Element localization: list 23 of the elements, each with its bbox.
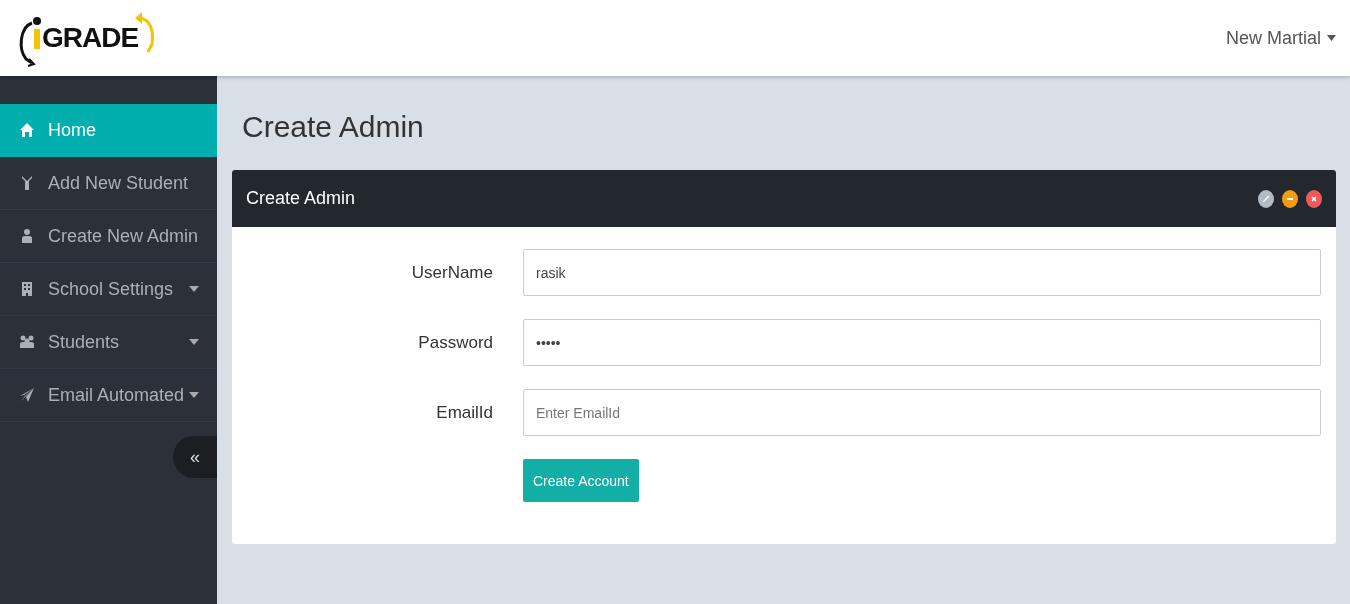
home-icon <box>19 122 35 138</box>
field-label: EmailId <box>435 402 494 423</box>
expand-button[interactable] <box>1258 189 1274 208</box>
input-field[interactable]: rasik <box>523 249 1321 296</box>
user-menu[interactable]: New Martial <box>1225 27 1336 49</box>
building-icon <box>19 281 35 297</box>
paper-plane-icon <box>19 387 35 403</box>
minimize-button[interactable] <box>1282 189 1298 208</box>
input-field[interactable]: ••••• <box>523 319 1321 366</box>
page-title: Create Admin <box>242 110 425 144</box>
field-label: Password <box>417 332 494 353</box>
close-icon <box>1310 194 1318 203</box>
input-field[interactable]: Enter EmailId <box>523 389 1321 436</box>
close-button[interactable] <box>1306 189 1322 208</box>
expand-icon <box>1262 194 1270 203</box>
field-label: UserName <box>410 262 494 283</box>
caret-icon <box>1327 35 1336 41</box>
collapse-button[interactable]: « <box>173 436 217 478</box>
users-icon <box>19 334 35 350</box>
figure-icon <box>19 175 35 191</box>
panel-title: Create Admin <box>246 188 356 209</box>
user-icon <box>19 228 35 244</box>
logo-text: GRADE <box>42 22 139 54</box>
